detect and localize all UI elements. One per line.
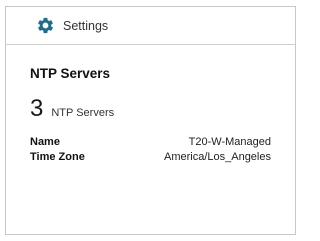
- detail-row-time-zone: Time Zone America/Los_Angeles: [30, 150, 271, 165]
- detail-row-name: Name T20-W-Managed: [30, 135, 271, 150]
- details-list: Name T20-W-Managed Time Zone America/Los…: [30, 135, 271, 165]
- section-title: NTP Servers: [30, 66, 111, 81]
- gear-icon[interactable]: [36, 16, 55, 35]
- detail-value-name: T20-W-Managed: [188, 136, 271, 148]
- detail-key-time-zone: Time Zone: [30, 151, 85, 163]
- detail-key-name: Name: [30, 136, 60, 148]
- ntp-count-label: NTP Servers: [51, 107, 115, 119]
- detail-value-time-zone: America/Los_Angeles: [163, 151, 271, 163]
- panel-body: NTP Servers 3 NTP Servers Name T20-W-Man…: [6, 66, 295, 165]
- settings-panel: Settings NTP Servers 3 NTP Servers Name …: [5, 6, 296, 235]
- panel-header: Settings: [6, 7, 295, 45]
- header-title: Settings: [63, 18, 109, 33]
- ntp-count-number: 3: [30, 95, 44, 122]
- ntp-count-row: 3 NTP Servers: [30, 97, 271, 121]
